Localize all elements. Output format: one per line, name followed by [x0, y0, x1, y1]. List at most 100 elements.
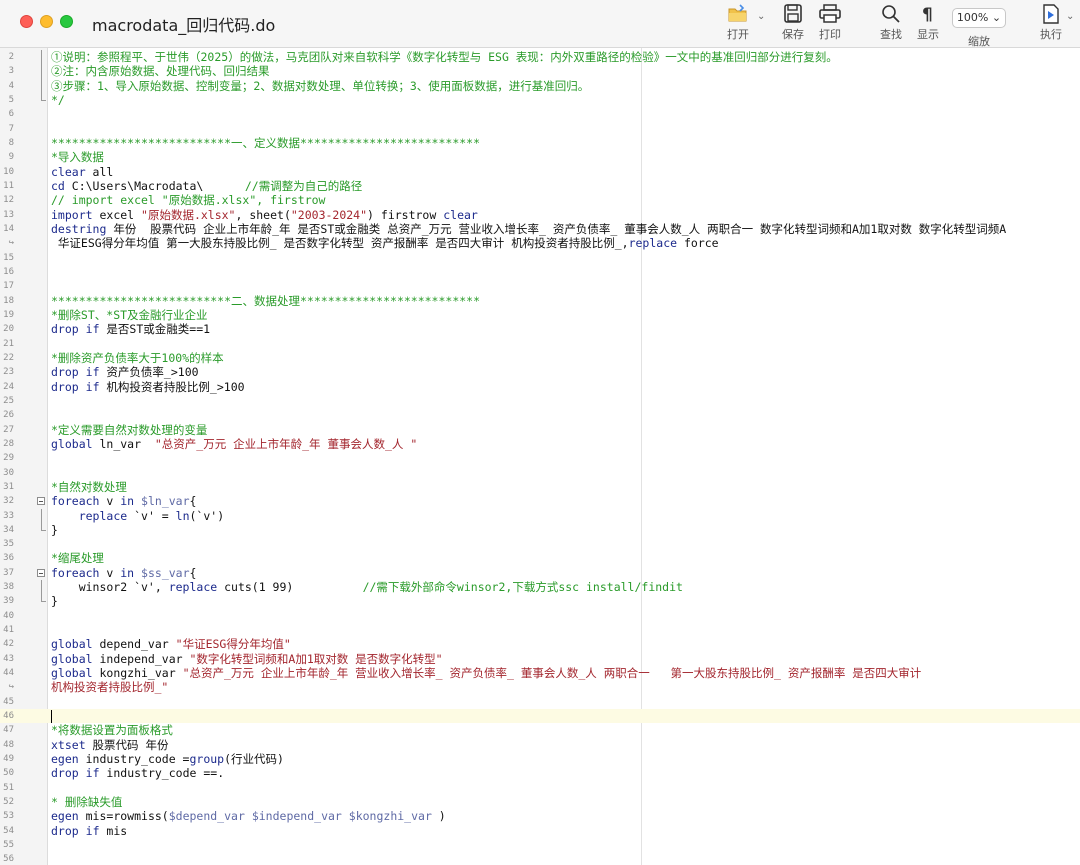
show-button[interactable]: ¶ 显示 [917, 4, 939, 42]
code-line[interactable]: 34} [0, 522, 1080, 537]
code-line[interactable]: 31 *自然对数处理 [0, 480, 1080, 494]
code-line[interactable]: 49 egen industry_code =group(行业代码) [0, 752, 1080, 766]
line-number: 14 [3, 223, 14, 234]
code-line[interactable]: 14 destring 年份 股票代码 企业上市年龄_年 是否ST或金融类 总资产… [0, 222, 1080, 236]
code-token: if [85, 823, 100, 838]
code-line[interactable]: 23 drop if 资产负债率_>100 [0, 365, 1080, 379]
execute-chevron-down-icon[interactable]: ⌄ [1066, 11, 1074, 22]
code-line[interactable]: 3 ②注：内含原始数据、处理代码、回归结果 [0, 64, 1080, 79]
code-token: ②注：内含原始数据、处理代码、回归结果 [51, 64, 270, 79]
code-line[interactable]: 18 **************************二、数据处理******… [0, 294, 1080, 308]
code-line[interactable]: 15 [0, 251, 1080, 265]
code-text: egen mis=rowmiss($depend_var $independ_v… [51, 809, 446, 823]
code-text: **************************二、数据处理********… [51, 294, 480, 308]
code-line[interactable]: 10 clear all [0, 165, 1080, 179]
minimize-window-button[interactable] [40, 15, 53, 28]
code-line[interactable]: 5 */ [0, 92, 1080, 107]
code-lines[interactable]: 2 ①说明：参照程平、于世伟（2025）的做法，马克团队对来自软科学《数字化转型与… [0, 50, 1080, 865]
code-text: egen industry_code =group(行业代码) [51, 752, 284, 766]
zoom-control[interactable]: 100% ⌄ 缩放 [952, 4, 1006, 49]
code-text: ①说明：参照程平、于世伟（2025）的做法，马克团队对来自软科学《数字化转型与 … [51, 50, 838, 64]
line-number: 28 [3, 438, 14, 449]
find-button[interactable]: 查找 [880, 4, 902, 42]
execute-button[interactable]: 执行 [1040, 4, 1062, 42]
code-line[interactable]: 33 replace `v' = ln(`v') [0, 508, 1080, 523]
code-token: $ss_var [141, 565, 190, 580]
code-text: 机构投资者持股比例_" [51, 680, 168, 694]
line-number: 45 [3, 696, 14, 707]
code-editor[interactable]: 2 ①说明：参照程平、于世伟（2025）的做法，马克团队对来自软科学《数字化转型与… [0, 48, 1080, 865]
code-line[interactable]: 48 xtset 股票代码 年份 [0, 738, 1080, 752]
code-line[interactable]: 43 global independ_var "数字化转型词频和A加1取对数 是否… [0, 652, 1080, 666]
code-text: global kongzhi_var "总资产_万元 企业上市年龄_年 营业收入… [51, 666, 921, 680]
line-number: 46 [3, 711, 14, 722]
code-line[interactable]: 27 *定义需要自然对数处理的变量 [0, 423, 1080, 437]
code-line[interactable]: 2 ①说明：参照程平、于世伟（2025）的做法，马克团队对来自软科学《数字化转型与… [0, 50, 1080, 65]
code-line[interactable]: 30 [0, 466, 1080, 480]
code-token: winsor2 `v', [51, 580, 169, 595]
code-line[interactable]: 50 drop if industry_code ==. [0, 766, 1080, 780]
code-line[interactable]: 25 [0, 394, 1080, 408]
code-line[interactable]: 35 [0, 537, 1080, 551]
code-line[interactable]: 53 egen mis=rowmiss($depend_var $independ… [0, 809, 1080, 823]
code-line[interactable]: 13 import excel "原始数据.xlsx", sheet("2003-… [0, 208, 1080, 222]
code-line[interactable]: 51 [0, 781, 1080, 795]
open-button[interactable]: 打开 [727, 4, 749, 42]
line-number: 17 [3, 281, 14, 292]
zoom-select[interactable]: 100% ⌄ [952, 8, 1006, 28]
code-line[interactable]: 20 drop if 是否ST或金融类==1 [0, 322, 1080, 336]
code-line[interactable]: 7 [0, 122, 1080, 136]
print-button[interactable]: 打印 [818, 4, 842, 42]
code-line[interactable]: 26 [0, 408, 1080, 422]
code-line[interactable]: 41 [0, 623, 1080, 637]
code-text: import excel "原始数据.xlsx", sheet("2003-20… [51, 208, 478, 222]
code-line[interactable]: 22 *删除资产负债率大于100%的样本 [0, 351, 1080, 365]
code-line[interactable]: 56 [0, 852, 1080, 865]
code-line[interactable]: 9 *导入数据 [0, 150, 1080, 164]
code-line[interactable]: 24 drop if 机构投资者持股比例_>100 [0, 380, 1080, 394]
code-line[interactable]: 21 [0, 337, 1080, 351]
zoom-window-button[interactable] [60, 15, 73, 28]
code-line[interactable]: 6 [0, 107, 1080, 121]
code-line[interactable]: 8 **************************一、定义数据*******… [0, 136, 1080, 150]
code-token: ) firstrow [367, 207, 444, 222]
code-line[interactable]: 54 drop if mis [0, 824, 1080, 838]
code-token: v [99, 494, 121, 509]
close-window-button[interactable] [20, 15, 33, 28]
open-label: 打开 [727, 28, 749, 41]
code-line[interactable]: 28 global ln_var "总资产_万元 企业上市年龄_年 董事会人数_人… [0, 437, 1080, 451]
code-token: mis=rowmiss( [78, 809, 169, 824]
code-line[interactable]: 39} [0, 594, 1080, 608]
fold-toggle-icon[interactable] [37, 497, 45, 506]
code-token: *自然对数处理 [51, 479, 127, 494]
code-line[interactable]: 32 foreach v in $ln_var{ [0, 494, 1080, 508]
fold-toggle-icon[interactable] [37, 568, 45, 577]
code-token: "总资产_万元 企业上市年龄_年 营业收入增长率_ 资产负债率_ 董事会人数_人… [182, 666, 922, 681]
line-number: 7 [8, 123, 14, 134]
code-line[interactable]: 45 [0, 695, 1080, 709]
code-line[interactable]: 17 [0, 279, 1080, 293]
code-line[interactable]: 47 *将数据设置为面板格式 [0, 723, 1080, 737]
code-line[interactable]: ↪ 华证ESG得分年均值 第一大股东持股比例_ 是否数字化转型 资产报酬率 是否… [0, 236, 1080, 250]
code-line[interactable]: 40 [0, 609, 1080, 623]
code-line[interactable]: 12 // import excel "原始数据.xlsx", firstrow [0, 193, 1080, 207]
code-text: foreach v in $ss_var{ [51, 566, 196, 580]
code-token: *删除ST、*ST及金融行业企业 [51, 307, 208, 322]
code-line[interactable]: 55 [0, 838, 1080, 852]
code-line[interactable]: 11 cd C:\Users\Macrodata\ //需调整为自己的路径 [0, 179, 1080, 193]
code-line[interactable]: ↪ 机构投资者持股比例_" [0, 680, 1080, 694]
code-line[interactable]: 46 [0, 709, 1080, 724]
code-token: $ln_var [141, 494, 190, 509]
code-line[interactable]: 29 [0, 451, 1080, 465]
code-line[interactable]: 37 foreach v in $ss_var{ [0, 566, 1080, 580]
code-line[interactable]: 44 global kongzhi_var "总资产_万元 企业上市年龄_年 营业… [0, 666, 1080, 680]
save-button[interactable]: 保存 [782, 4, 804, 42]
code-line[interactable]: 38 winsor2 `v', replace cuts(1 99) //需下载… [0, 580, 1080, 595]
code-line[interactable]: 19 *删除ST、*ST及金融行业企业 [0, 308, 1080, 322]
code-line[interactable]: 52 * 删除缺失值 [0, 795, 1080, 809]
code-line[interactable]: 16 [0, 265, 1080, 279]
code-line[interactable]: 36 *缩尾处理 [0, 551, 1080, 565]
open-chevron-down-icon[interactable]: ⌄ [757, 11, 765, 22]
code-line[interactable]: 4 ③步骤：1、导入原始数据、控制变量；2、数据对数处理、单位转换；3、使用面板数… [0, 78, 1080, 93]
code-line[interactable]: 42 global depend_var "华证ESG得分年均值" [0, 637, 1080, 651]
